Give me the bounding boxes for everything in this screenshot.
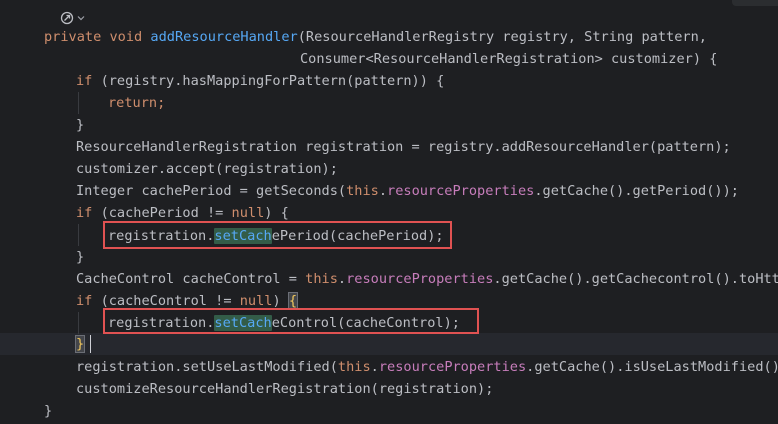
code-line[interactable]: if (registry.hasMappingForPattern(patter… xyxy=(76,70,444,92)
keyword-token: this xyxy=(305,271,338,287)
code-text: . xyxy=(370,359,379,375)
interface-implementation-icon[interactable] xyxy=(60,11,74,25)
code-line[interactable]: Consumer<ResourceHandlerRegistration> cu… xyxy=(300,48,717,70)
code-line[interactable]: CacheControl cacheControl = this.resourc… xyxy=(76,268,778,290)
code-text: .getCache().getCachecontrol().toHttpCa xyxy=(493,271,778,287)
code-line[interactable]: } xyxy=(74,333,86,355)
code-line[interactable]: return; xyxy=(108,92,165,114)
code-line[interactable]: Integer cachePeriod = getSeconds(this.re… xyxy=(76,180,739,202)
indent-guide xyxy=(78,92,79,114)
annotation-box xyxy=(103,308,479,334)
code-text: } xyxy=(76,117,85,133)
keyword-token: null xyxy=(239,293,273,309)
keyword-token: this xyxy=(346,183,379,199)
code-line[interactable]: registration.setUseLastModified(this.res… xyxy=(76,356,778,378)
code-text: Integer cachePeriod = getSeconds( xyxy=(76,183,347,199)
code-text: ) { xyxy=(264,205,289,221)
keyword-token: this xyxy=(337,359,371,375)
code-text: (cacheControl != xyxy=(100,293,240,309)
editor-top-scroll-indicator xyxy=(732,0,778,6)
annotation-box xyxy=(103,221,452,249)
code-text: ResourceHandlerRegistration registration… xyxy=(76,139,731,155)
indent-guide xyxy=(78,224,79,246)
method-name-token: addResourceHandler xyxy=(150,29,298,45)
code-text: ) xyxy=(272,293,289,309)
code-text: (registry.hasMappingForPattern(pattern))… xyxy=(100,73,445,89)
keyword-token: return xyxy=(108,95,158,111)
code-text: registration.setUseLastModified( xyxy=(76,359,338,375)
code-line[interactable]: private void addResourceHandler(Resource… xyxy=(44,26,707,48)
matching-brace: { xyxy=(287,292,299,310)
code-text: ; xyxy=(157,95,166,111)
code-text: .getCache().getPeriod()); xyxy=(534,183,739,199)
keyword-token: if xyxy=(76,73,101,89)
keyword-token: private void xyxy=(44,29,151,45)
code-text: } xyxy=(44,403,53,419)
matching-brace: } xyxy=(74,335,86,353)
code-text: (cachePeriod != xyxy=(100,205,232,221)
code-line[interactable]: ResourceHandlerRegistration registration… xyxy=(76,136,731,158)
field-token: resourceProperties xyxy=(387,183,535,199)
code-line[interactable]: } xyxy=(76,114,84,136)
current-line-highlight xyxy=(0,333,778,355)
code-line[interactable]: customizer.accept(registration); xyxy=(76,158,338,180)
field-token: resourceProperties xyxy=(378,359,527,375)
text-caret xyxy=(90,335,91,353)
code-editor[interactable]: private void addResourceHandler(Resource… xyxy=(0,0,778,424)
code-text: } xyxy=(76,249,85,265)
code-line[interactable]: customizeResourceHandlerRegistration(reg… xyxy=(76,378,493,400)
chevron-down-icon[interactable] xyxy=(77,14,85,22)
code-text: Consumer<ResourceHandlerRegistration> cu… xyxy=(300,51,718,67)
code-text: customizeResourceHandlerRegistration(reg… xyxy=(76,381,494,397)
code-line[interactable]: } xyxy=(44,400,52,422)
keyword-token: if xyxy=(76,205,101,221)
indent-guide xyxy=(78,312,79,334)
code-text: customizer.accept(registration); xyxy=(76,161,338,177)
code-text: . xyxy=(378,183,388,199)
code-text: .getCache().isUseLastModified()); xyxy=(526,359,778,375)
code-text: . xyxy=(337,271,347,287)
code-text: CacheControl cacheControl = xyxy=(76,271,306,287)
code-line[interactable]: } xyxy=(76,246,84,268)
keyword-token: if xyxy=(76,293,101,309)
keyword-token: null xyxy=(231,205,265,221)
code-text: (ResourceHandlerRegistry registry, Strin… xyxy=(297,29,707,45)
gutter-method-icons[interactable] xyxy=(60,9,85,27)
field-token: resourceProperties xyxy=(346,271,494,287)
